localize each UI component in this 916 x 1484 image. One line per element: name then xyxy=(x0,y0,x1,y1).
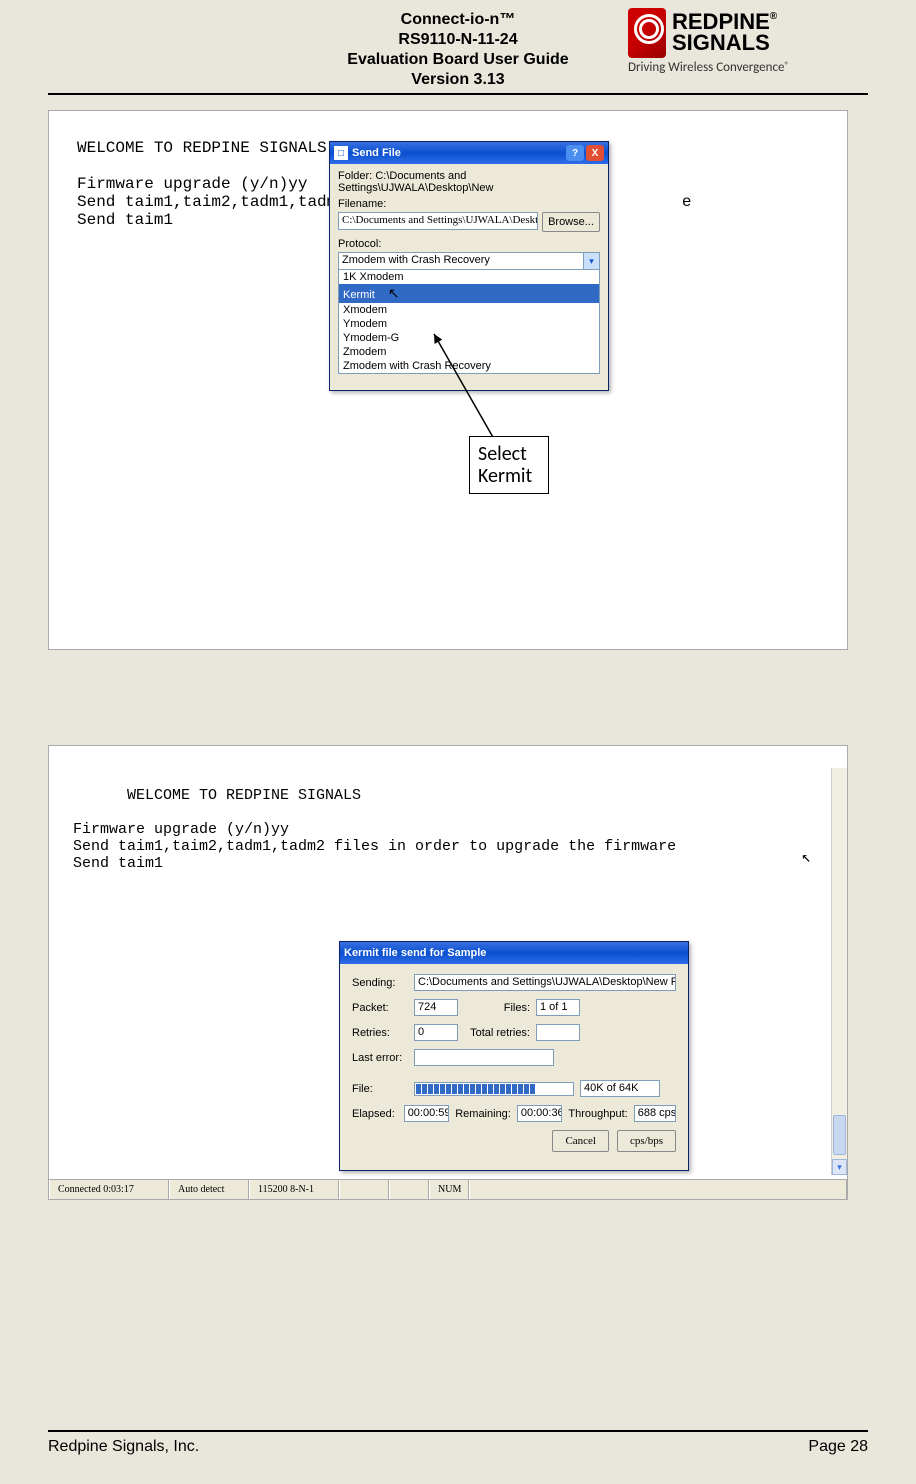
screenshot-kermit-progress: WELCOME TO REDPINE SIGNALS Firmware upgr… xyxy=(48,745,848,1200)
vertical-scrollbar[interactable]: ▾ xyxy=(831,768,847,1175)
help-icon[interactable]: ? xyxy=(566,145,584,161)
total-retries-value xyxy=(536,1024,580,1041)
filename-input[interactable]: C:\Documents and Settings\UJWALA\Desktop… xyxy=(338,212,538,230)
remaining-label: Remaining: xyxy=(455,1108,511,1120)
callout-arrow xyxy=(429,329,519,444)
throughput-label: Throughput: xyxy=(568,1108,627,1120)
kermit-dialog-title: Kermit file send for Sample xyxy=(344,947,684,959)
doc-title-line2: RS9110-N-11-24 xyxy=(398,31,517,48)
status-connected: Connected 0:03:17 xyxy=(49,1180,169,1199)
list-item[interactable]: 1K Xmodem xyxy=(339,270,599,284)
progress-text: 40K of 64K xyxy=(580,1080,660,1097)
list-item-label: Kermit xyxy=(343,289,375,301)
kermit-send-dialog: Kermit file send for Sample Sending: C:\… xyxy=(339,941,689,1171)
logo-brand2: SIGNALS xyxy=(672,30,770,55)
last-error-value xyxy=(414,1049,554,1066)
cancel-button[interactable]: Cancel xyxy=(552,1130,609,1152)
terminal-text-2: WELCOME TO REDPINE SIGNALS Firmware upgr… xyxy=(73,787,676,872)
files-value: 1 of 1 xyxy=(536,999,580,1016)
dialog-icon: □ xyxy=(334,146,348,160)
company-logo: REDPINE® SIGNALS Driving Wireless Conver… xyxy=(628,8,868,75)
folder-label: Folder: xyxy=(338,170,372,182)
dialog-title: Send File xyxy=(352,147,566,159)
cpsbps-button[interactable]: cps/bps xyxy=(617,1130,676,1152)
packet-label: Packet: xyxy=(352,1002,408,1014)
elapsed-label: Elapsed: xyxy=(352,1108,398,1120)
dialog-titlebar[interactable]: □ Send File ? X xyxy=(330,142,608,164)
protocol-selected: Zmodem with Crash Recovery xyxy=(342,254,490,266)
registered-mark-2: ® xyxy=(784,60,789,71)
dialog-titlebar[interactable]: Kermit file send for Sample xyxy=(340,942,688,964)
protocol-label: Protocol: xyxy=(338,238,600,250)
scroll-down-icon[interactable]: ▾ xyxy=(832,1159,847,1175)
sending-value: C:\Documents and Settings\UJWALA\Desktop… xyxy=(414,974,676,991)
scroll-thumb[interactable] xyxy=(833,1115,846,1155)
registered-mark: ® xyxy=(770,11,777,22)
footer-page: Page 28 xyxy=(808,1438,868,1456)
last-error-label: Last error: xyxy=(352,1052,408,1064)
chevron-down-icon[interactable]: ▾ xyxy=(583,253,599,269)
close-icon[interactable]: X xyxy=(586,145,604,161)
screenshot-send-file: WELCOME TO REDPINE SIGNALS Firmware upgr… xyxy=(48,110,848,650)
elapsed-value: 00:00:59 xyxy=(404,1105,450,1122)
status-baud: 115200 8-N-1 xyxy=(249,1180,339,1199)
footer-company: Redpine Signals, Inc. xyxy=(48,1438,199,1456)
retries-label: Retries: xyxy=(352,1027,408,1039)
doc-title-line3: Evaluation Board User Guide xyxy=(347,51,568,68)
logo-tagline: Driving Wireless Convergence xyxy=(628,60,784,75)
page-footer: Redpine Signals, Inc. Page 28 xyxy=(48,1430,868,1456)
total-retries-label: Total retries: xyxy=(464,1027,530,1039)
progress-bar xyxy=(414,1082,574,1096)
cursor-icon: ↖ xyxy=(388,285,400,301)
filename-label: Filename: xyxy=(338,198,600,210)
list-item[interactable]: Xmodem xyxy=(339,303,599,317)
throughput-value: 688 cps xyxy=(634,1105,676,1122)
statusbar: Connected 0:03:17 Auto detect 115200 8-N… xyxy=(49,1179,847,1199)
protocol-combobox[interactable]: Zmodem with Crash Recovery ▾ xyxy=(338,252,600,270)
status-num: NUM xyxy=(429,1180,469,1199)
callout-select-kermit: Select Kermit xyxy=(469,436,549,494)
remaining-value: 00:00:36 xyxy=(517,1105,563,1122)
sending-label: Sending: xyxy=(352,977,408,989)
file-label: File: xyxy=(352,1083,408,1095)
list-item-kermit[interactable]: Kermit ↖ xyxy=(339,284,599,303)
files-label: Files: xyxy=(464,1002,530,1014)
status-detect: Auto detect xyxy=(169,1180,249,1199)
doc-title-line1: Connect-io-n™ xyxy=(401,11,516,28)
retries-value: 0 xyxy=(414,1024,458,1041)
page-header: Connect-io-n™ RS9110-N-11-24 Evaluation … xyxy=(48,0,868,95)
packet-value: 724 xyxy=(414,999,458,1016)
cursor-icon: ↖ xyxy=(801,847,811,867)
redpine-signal-icon xyxy=(628,8,666,58)
browse-button[interactable]: Browse... xyxy=(542,212,600,232)
